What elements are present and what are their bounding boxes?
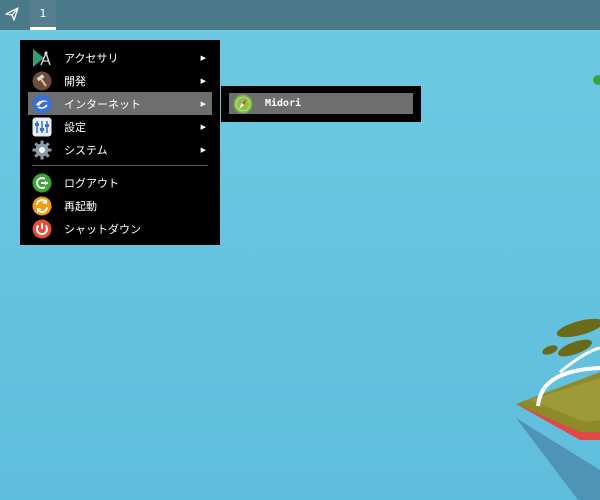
shutdown-icon (32, 219, 52, 239)
menu-item-label: シャットダウン (64, 222, 141, 236)
menu-item-label: インターネット (64, 97, 141, 111)
launcher-button[interactable] (0, 0, 24, 30)
workspace-button-1[interactable]: 1 (30, 0, 56, 30)
system-gear-icon (32, 140, 52, 160)
submenu-arrow-icon: ▶ (200, 145, 206, 154)
internet-submenu: Midori (221, 86, 421, 122)
menu-item-logout[interactable]: ログアウト (28, 171, 212, 194)
menu-item-shutdown[interactable]: シャットダウン (28, 217, 212, 240)
accessories-icon (32, 48, 52, 68)
logout-icon (32, 173, 52, 193)
menu-item-label: アクセサリ (64, 51, 119, 65)
internet-icon (32, 94, 52, 114)
menu-item-restart[interactable]: 再起動 (28, 194, 212, 217)
restart-icon (32, 196, 52, 216)
desktop: 1 アクセサリ ▶ 開発 ▶ インターネット ▶ 設定 ▶ システム ▶ ログア… (0, 0, 600, 500)
menu-item-label: システム (64, 143, 108, 157)
settings-icon (32, 117, 52, 137)
application-menu: アクセサリ ▶ 開発 ▶ インターネット ▶ 設定 ▶ システム ▶ ログアウト… (20, 40, 220, 245)
midori-browser-icon (233, 94, 253, 114)
menu-item-settings[interactable]: 設定 ▶ (28, 115, 212, 138)
paper-plane-icon (5, 6, 19, 25)
menu-item-label: 開発 (64, 74, 86, 88)
menu-separator (32, 165, 208, 166)
menu-item-development[interactable]: 開発 ▶ (28, 69, 212, 92)
menu-item-internet[interactable]: インターネット ▶ (28, 92, 212, 115)
submenu-item-midori[interactable]: Midori (229, 93, 413, 114)
submenu-arrow-icon: ▶ (200, 99, 206, 108)
top-panel: 1 (0, 0, 600, 30)
menu-item-accessories[interactable]: アクセサリ ▶ (28, 46, 212, 69)
submenu-arrow-icon: ▶ (200, 76, 206, 85)
development-icon (32, 71, 52, 91)
menu-item-label: 再起動 (64, 199, 97, 213)
menu-item-label: ログアウト (64, 176, 119, 190)
submenu-arrow-icon: ▶ (200, 122, 206, 131)
workspace-label: 1 (39, 7, 47, 20)
menu-item-label: 設定 (64, 120, 86, 134)
submenu-item-label: Midori (265, 98, 302, 109)
menu-item-system[interactable]: システム ▶ (28, 138, 212, 161)
submenu-arrow-icon: ▶ (200, 53, 206, 62)
